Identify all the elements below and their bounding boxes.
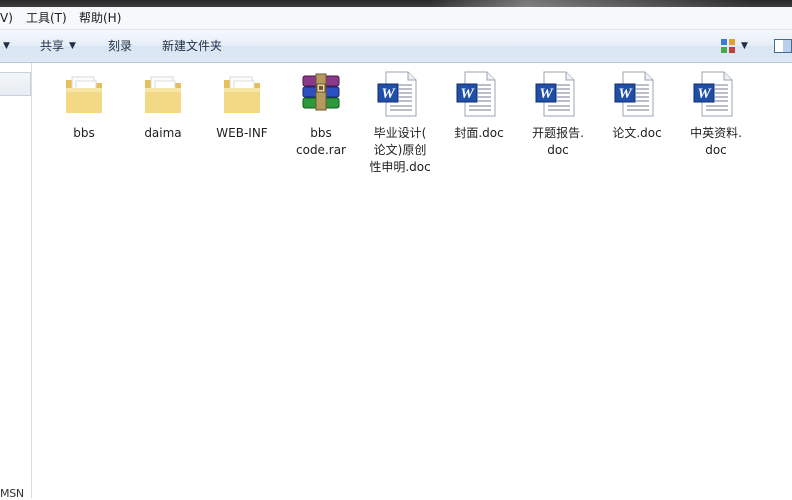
folder-icon [66,76,102,113]
svg-text:W: W [460,86,475,102]
organize-dropdown-arrow-icon[interactable]: ▼ [3,38,10,54]
file-name: bbs code.rar [296,126,346,157]
svg-text:W: W [697,86,712,102]
file-item-rar[interactable]: bbs code.rar [283,70,359,159]
navigation-pane: MSN [0,63,32,500]
command-bar: ▼ 共享 ▼ 刻录 新建文件夹 ▼ [0,30,792,63]
file-item-doc[interactable]: W 开题报告. doc [520,70,596,159]
file-name: WEB-INF [216,126,268,140]
word-document-icon: W [614,71,654,117]
navigation-item-msn[interactable]: MSN [0,487,24,500]
file-name: 封面.doc [454,126,504,140]
burn-button[interactable]: 刻录 [108,38,132,54]
word-document-icon: W [535,71,575,117]
file-list: bbs daima WEB-INF bbs code.rar W 毕业设计(论… [32,63,792,498]
file-name: daima [144,126,182,140]
rar-archive-icon [302,73,340,111]
word-document-icon: W [377,71,417,117]
folder-icon [224,76,260,113]
file-item-folder[interactable]: WEB-INF [204,70,280,142]
svg-text:W: W [539,86,554,102]
file-item-doc[interactable]: W 毕业设计( 论文)原创 性申明.doc [362,70,438,176]
file-name: 毕业设计( 论文)原创 性申明.doc [369,126,431,174]
word-document-icon: W [693,71,733,117]
menu-tools[interactable]: 工具(T) [26,10,67,26]
file-name: 论文.doc [612,126,662,140]
svg-text:W: W [381,86,396,102]
svg-text:W: W [618,86,633,102]
file-item-folder[interactable]: bbs [46,70,122,142]
share-button[interactable]: 共享 [40,38,64,54]
navigation-selected-item[interactable] [0,72,31,96]
menu-view[interactable]: V) [0,10,13,26]
window-title-strip [0,0,792,7]
view-dropdown-arrow-icon[interactable]: ▼ [741,38,748,54]
word-document-icon: W [456,71,496,117]
change-view-icon[interactable] [720,38,736,57]
menu-help[interactable]: 帮助(H) [79,10,121,26]
file-name: bbs [73,126,95,140]
file-name: 开题报告. doc [532,126,584,157]
file-item-folder[interactable]: daima [125,70,201,142]
folder-icon [145,76,181,113]
menu-bar: V) 工具(T) 帮助(H) [0,7,792,30]
new-folder-button[interactable]: 新建文件夹 [162,38,222,54]
file-item-doc[interactable]: W 封面.doc [441,70,517,142]
share-dropdown-arrow-icon[interactable]: ▼ [69,38,76,54]
preview-pane-icon[interactable] [774,38,792,57]
file-item-doc[interactable]: W 中英资料. doc [678,70,754,159]
file-name: 中英资料. doc [690,126,742,157]
file-item-doc[interactable]: W 论文.doc [599,70,675,142]
